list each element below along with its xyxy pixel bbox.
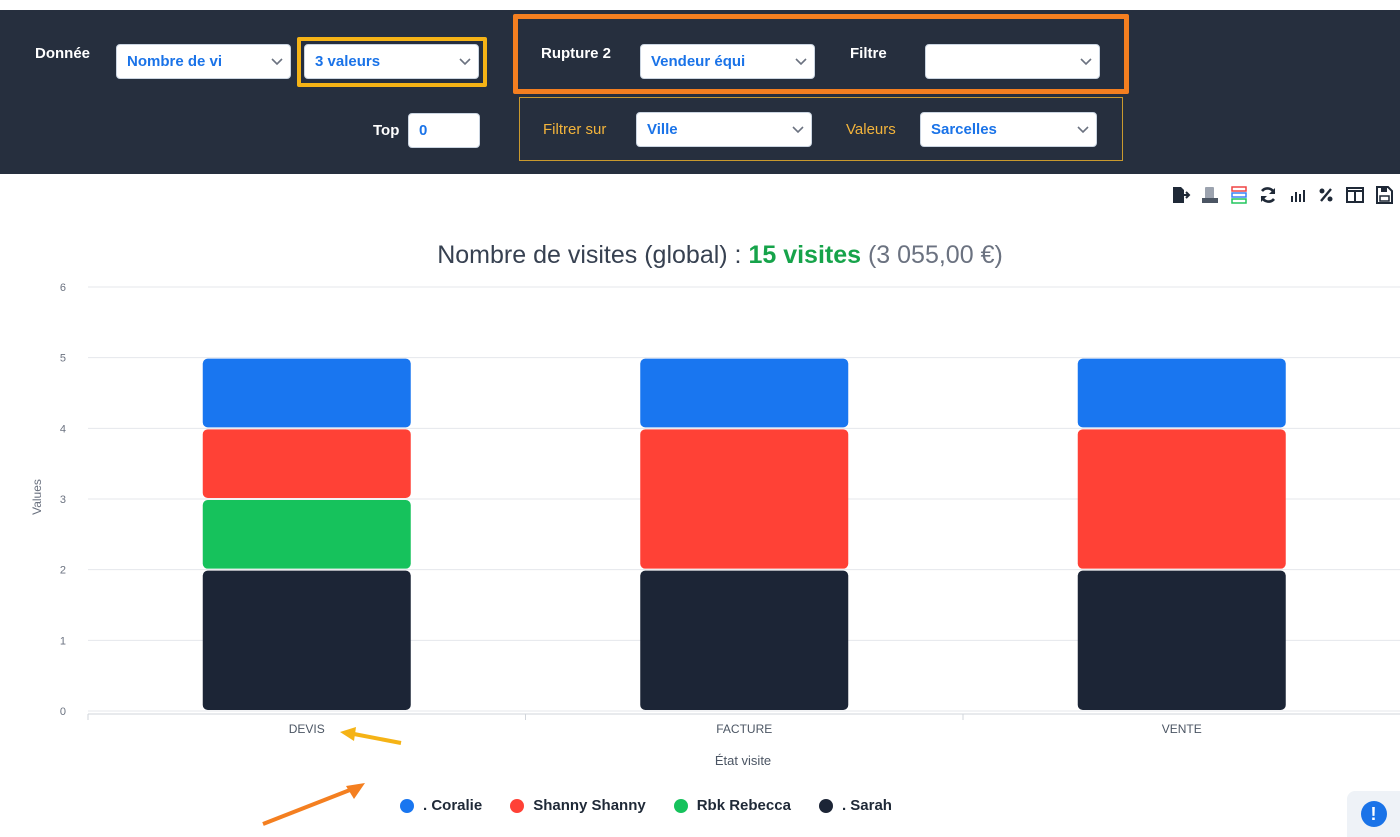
- x-axis: DEVIS FACTURE VENTE: [87, 713, 1400, 736]
- legend-dot-icon: [510, 798, 525, 813]
- chart-bars: [202, 358, 1286, 710]
- valeurs-label: Valeurs: [846, 121, 896, 138]
- percent-icon[interactable]: [1315, 185, 1337, 205]
- stacked-rows-icon[interactable]: [1228, 185, 1250, 205]
- legend-label: Rbk Rebecca: [696, 797, 791, 814]
- bar-segment: [640, 358, 849, 428]
- bar-segment: [640, 429, 849, 569]
- x-axis-label: État visite: [715, 753, 771, 768]
- bar-segment: [1077, 570, 1286, 710]
- export-icon[interactable]: [1170, 185, 1192, 205]
- y-tick-label: 0: [60, 706, 66, 718]
- chart-title: Nombre de visites (global) : 15 visites …: [0, 241, 1400, 270]
- save-icon[interactable]: [1373, 185, 1395, 205]
- stacked-bar-chart: 0 1 2 3 4 5 6 DEVIS FACTURE VENTE Values État vi…: [30, 282, 1400, 768]
- y-tick-label: 6: [60, 282, 66, 294]
- valeurs-filter-select[interactable]: Sarcelles: [920, 112, 1097, 147]
- x-tick-label: FACTURE: [716, 722, 772, 736]
- bar-segment: [202, 500, 411, 569]
- legend-label: . Sarah: [841, 797, 892, 814]
- legend-dot-icon: [400, 798, 414, 813]
- refresh-icon[interactable]: [1257, 185, 1279, 205]
- chart-title-count: 15 visites: [748, 241, 862, 269]
- bar-chart-icon[interactable]: [1286, 185, 1308, 205]
- calculator-icon[interactable]: [1199, 185, 1221, 205]
- x-tick-label: DEVIS: [289, 722, 325, 736]
- alert-icon: !: [1360, 801, 1387, 827]
- chart-title-amount: (3 055,00 €): [861, 241, 1003, 269]
- annotation-arrow-yellow: [340, 727, 402, 745]
- bar-segment: [640, 570, 849, 710]
- y-tick-label: 3: [60, 494, 66, 506]
- bar-segment: [202, 570, 411, 710]
- legend-item[interactable]: Shanny Shanny: [510, 797, 646, 814]
- legend-item[interactable]: Rbk Rebecca: [673, 797, 791, 814]
- legend-item[interactable]: . Coralie: [400, 797, 482, 814]
- bar-segment: [1077, 429, 1286, 569]
- legend-label: Shanny Shanny: [533, 797, 646, 814]
- top-label: Top: [373, 122, 400, 139]
- bar-segment: [1077, 358, 1286, 428]
- filter-bar: Donnée Nombre de vi 3 valeurs Rupture 2 …: [0, 10, 1400, 174]
- filtrer-sur-select[interactable]: Ville: [636, 112, 812, 147]
- legend-dot-icon: [818, 798, 833, 813]
- chevron-down-icon: [1070, 125, 1096, 134]
- donnee-label: Donnée: [35, 45, 91, 62]
- y-tick-label: 1: [60, 635, 66, 647]
- chart-toolbar: [1170, 184, 1395, 206]
- chart-legend: . Coralie Shanny Shanny Rbk Rebecca . Sarah: [400, 797, 892, 814]
- chart-title-prefix: Nombre de visites (global) :: [437, 241, 749, 269]
- valeurs-filter-value: Sarcelles: [931, 121, 997, 138]
- legend-dot-icon: [673, 798, 688, 813]
- y-tick-label: 5: [60, 353, 66, 365]
- chevron-down-icon: [785, 125, 811, 134]
- legend-item[interactable]: . Sarah: [818, 797, 892, 814]
- highlight-box-orange: [513, 14, 1129, 94]
- help-button[interactable]: !: [1347, 791, 1400, 837]
- donnee-select[interactable]: Nombre de vi: [116, 44, 291, 79]
- legend-label: . Coralie: [423, 797, 483, 814]
- y-tick-label: 2: [60, 565, 66, 577]
- top-input[interactable]: 0: [408, 113, 480, 148]
- chevron-down-icon: [264, 57, 290, 66]
- columns-icon[interactable]: [1344, 185, 1366, 205]
- bar-segment: [202, 429, 411, 498]
- highlight-box-yellow: [297, 37, 487, 87]
- x-tick-label: VENTE: [1162, 722, 1202, 736]
- y-axis-ticks: 0 1 2 3 4 5 6: [60, 282, 66, 718]
- annotation-arrow-orange: [262, 783, 365, 826]
- filtrer-sur-label: Filtrer sur: [543, 121, 607, 138]
- bar-segment: [202, 358, 411, 428]
- donnee-select-value: Nombre de vi: [127, 53, 223, 70]
- y-axis-label: Values: [30, 479, 44, 515]
- y-tick-label: 4: [60, 423, 66, 435]
- filtrer-sur-value: Ville: [647, 121, 678, 138]
